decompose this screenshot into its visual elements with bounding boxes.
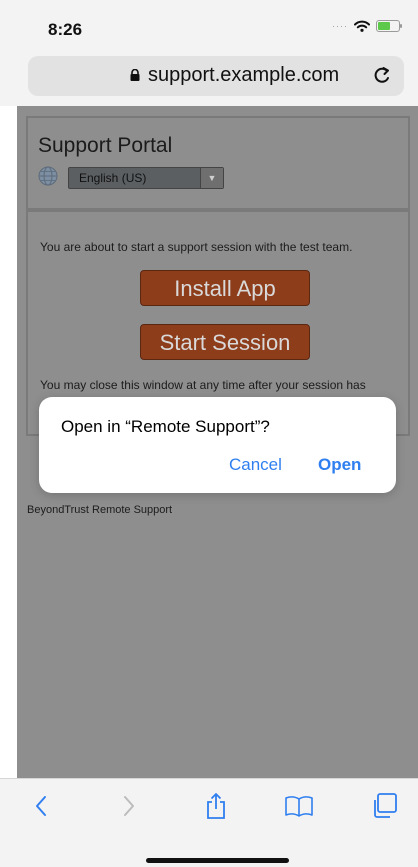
browser-top-bar: support.example.com xyxy=(0,48,418,106)
cancel-button[interactable]: Cancel xyxy=(229,455,282,475)
url-text: support.example.com xyxy=(148,64,340,86)
open-button[interactable]: Open xyxy=(318,455,361,475)
closing-text: You may close this window at any time af… xyxy=(40,378,366,392)
back-icon xyxy=(36,796,46,816)
lock-icon xyxy=(130,69,140,81)
chevron-down-icon: ▼ xyxy=(200,168,223,188)
browser-toolbar xyxy=(0,778,418,867)
wifi-icon xyxy=(354,20,370,32)
footer-text: BeyondTrust Remote Support xyxy=(27,504,173,516)
bookmarks-button[interactable] xyxy=(284,791,314,821)
language-select[interactable]: English (US) ▼ xyxy=(68,167,224,189)
intro-text: You are about to start a support session… xyxy=(40,240,353,254)
cellular-dots-icon: ···· xyxy=(332,21,348,31)
bookmarks-icon xyxy=(285,796,313,817)
share-icon xyxy=(207,793,225,819)
status-bar: 8:26 ···· xyxy=(0,0,418,48)
portal-header-card: Support Portal English (US) ▼ xyxy=(26,116,410,210)
start-session-button[interactable]: Start Session xyxy=(140,324,310,360)
battery-charging-icon xyxy=(376,20,402,32)
address-bar[interactable]: support.example.com xyxy=(28,56,404,96)
page-title: Support Portal xyxy=(38,134,173,157)
back-button[interactable] xyxy=(26,791,56,821)
forward-button[interactable] xyxy=(114,791,144,821)
reload-icon[interactable] xyxy=(372,65,392,85)
tabs-icon xyxy=(374,793,397,818)
language-select-value: English (US) xyxy=(79,171,147,185)
status-time: 8:26 xyxy=(48,20,83,39)
tabs-button[interactable] xyxy=(369,791,399,821)
open-app-dialog: Open in “Remote Support”? Cancel Open xyxy=(39,397,396,493)
globe-icon xyxy=(38,166,58,186)
dialog-message: Open in “Remote Support”? xyxy=(61,417,270,436)
forward-icon xyxy=(124,796,134,816)
home-indicator xyxy=(146,858,289,863)
install-app-button[interactable]: Install App xyxy=(140,270,310,306)
share-button[interactable] xyxy=(201,791,231,821)
status-icons: ···· xyxy=(332,20,402,32)
